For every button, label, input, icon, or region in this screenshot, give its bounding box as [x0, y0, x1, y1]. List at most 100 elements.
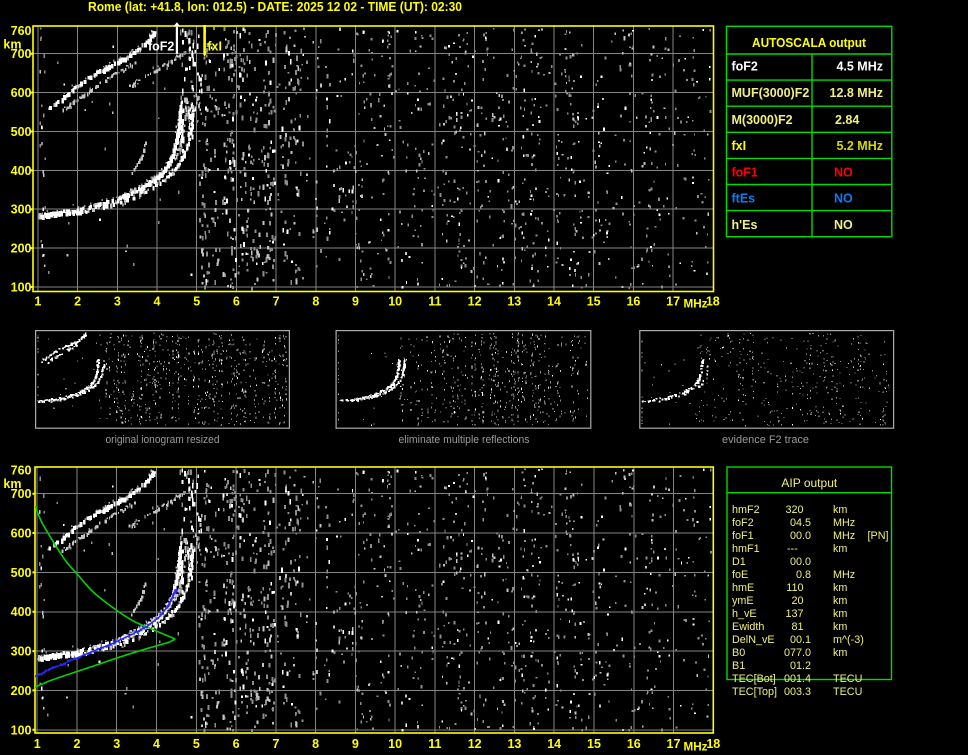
- svg-text:17: 17: [666, 295, 680, 309]
- svg-text:15: 15: [587, 737, 601, 751]
- svg-text:9: 9: [352, 295, 359, 309]
- svg-text:400: 400: [11, 605, 32, 619]
- svg-text:TEC[Bot]: TEC[Bot]: [732, 673, 776, 685]
- svg-text:ymE: ymE: [732, 595, 754, 607]
- svg-text:3: 3: [113, 737, 120, 751]
- svg-text:18: 18: [706, 295, 720, 309]
- svg-text:TECU: TECU: [833, 673, 862, 685]
- svg-text:km: km: [833, 608, 847, 620]
- svg-text:400: 400: [11, 164, 32, 178]
- svg-text:600: 600: [11, 527, 32, 541]
- svg-text:4: 4: [153, 737, 160, 751]
- svg-text:01.2: 01.2: [790, 660, 811, 672]
- svg-text:M(3000)F2: M(3000)F2: [732, 113, 793, 127]
- svg-text:00.0: 00.0: [790, 530, 811, 542]
- svg-text:hmF2: hmF2: [732, 504, 760, 516]
- svg-text:6: 6: [233, 295, 240, 309]
- svg-text:NO: NO: [834, 166, 853, 180]
- svg-text:0.8: 0.8: [796, 569, 811, 581]
- svg-text:077.0: 077.0: [784, 647, 811, 659]
- svg-text:km: km: [833, 647, 847, 659]
- svg-text:km: km: [833, 582, 847, 594]
- svg-text:B0: B0: [732, 647, 745, 659]
- svg-text:MHz: MHz: [684, 297, 708, 311]
- svg-text:Rome (lat: +41.8, lon: 012.5): Rome (lat: +41.8, lon: 012.5) - DATE: 20…: [88, 0, 462, 14]
- svg-text:500: 500: [11, 125, 32, 139]
- svg-text:foF2: foF2: [732, 60, 758, 74]
- svg-text:h_vE: h_vE: [732, 608, 757, 620]
- svg-text:[PN]: [PN]: [868, 530, 889, 542]
- svg-text:fxI: fxI: [207, 40, 222, 54]
- svg-text:5: 5: [193, 295, 200, 309]
- svg-text:MHz: MHz: [833, 569, 855, 581]
- svg-text:14: 14: [547, 295, 561, 309]
- svg-text:MHz: MHz: [833, 517, 855, 529]
- svg-text:12: 12: [468, 737, 482, 751]
- svg-text:AIP output: AIP output: [781, 476, 837, 490]
- svg-text:foF2: foF2: [732, 517, 754, 529]
- svg-text:16: 16: [626, 295, 640, 309]
- svg-text:hmF1: hmF1: [732, 543, 760, 555]
- svg-text:8: 8: [312, 295, 319, 309]
- svg-text:100: 100: [11, 281, 32, 295]
- svg-text:original ionogram resized: original ionogram resized: [106, 434, 220, 446]
- svg-text:100: 100: [11, 723, 32, 737]
- svg-text:MHz: MHz: [684, 740, 708, 754]
- svg-text:5.2 MHz: 5.2 MHz: [836, 139, 883, 153]
- svg-text:foF2: foF2: [148, 40, 174, 54]
- svg-text:km: km: [833, 595, 847, 607]
- svg-text:760: 760: [11, 464, 32, 478]
- svg-text:17: 17: [667, 737, 681, 751]
- svg-text:MHz: MHz: [833, 530, 855, 542]
- svg-text:evidence F2 trace: evidence F2 trace: [722, 434, 809, 446]
- svg-text:700: 700: [11, 47, 32, 61]
- svg-text:NO: NO: [834, 191, 853, 205]
- svg-text:14: 14: [547, 737, 561, 751]
- svg-text:110: 110: [786, 582, 803, 594]
- svg-text:16: 16: [627, 737, 641, 751]
- svg-text:7: 7: [272, 737, 279, 751]
- svg-text:200: 200: [11, 684, 32, 698]
- svg-text:8: 8: [312, 737, 319, 751]
- svg-text:foF1: foF1: [732, 530, 754, 542]
- svg-text:12.8 MHz: 12.8 MHz: [830, 86, 884, 100]
- svg-text:ftEs: ftEs: [732, 191, 756, 205]
- svg-text:18: 18: [706, 737, 720, 751]
- svg-text:760: 760: [11, 24, 32, 38]
- svg-text:9: 9: [352, 737, 359, 751]
- svg-text:500: 500: [11, 566, 32, 580]
- svg-text:10: 10: [388, 737, 402, 751]
- svg-text:4: 4: [154, 295, 161, 309]
- svg-text:3: 3: [114, 295, 121, 309]
- svg-text:km: km: [833, 621, 847, 633]
- svg-text:km: km: [833, 543, 847, 555]
- svg-text:001.4: 001.4: [784, 673, 811, 685]
- svg-text:15: 15: [587, 295, 601, 309]
- svg-text:hmE: hmE: [732, 582, 754, 594]
- svg-text:D1: D1: [732, 556, 746, 568]
- svg-text:11: 11: [428, 737, 441, 751]
- svg-text:13: 13: [507, 295, 521, 309]
- svg-text:1: 1: [34, 737, 41, 751]
- svg-text:300: 300: [11, 645, 32, 659]
- svg-text:MUF(3000)F2: MUF(3000)F2: [732, 86, 810, 100]
- svg-text:TEC[Top]: TEC[Top]: [732, 686, 777, 698]
- svg-text:6: 6: [233, 737, 240, 751]
- svg-text:20: 20: [791, 595, 803, 607]
- svg-text:B1: B1: [732, 660, 745, 672]
- svg-text:km: km: [833, 504, 847, 516]
- svg-text:foE: foE: [732, 569, 748, 581]
- svg-text:eliminate multiple reflections: eliminate multiple reflections: [399, 434, 530, 446]
- svg-text:11: 11: [428, 295, 441, 309]
- svg-text:h'Es: h'Es: [732, 218, 758, 232]
- svg-text:04.5: 04.5: [790, 517, 811, 529]
- svg-text:00.0: 00.0: [790, 556, 811, 568]
- svg-text:TECU: TECU: [833, 686, 862, 698]
- svg-text:5: 5: [193, 737, 200, 751]
- svg-text:---: ---: [787, 543, 798, 555]
- svg-text:137: 137: [785, 608, 803, 620]
- svg-text:2: 2: [74, 737, 81, 751]
- svg-text:600: 600: [11, 86, 32, 100]
- svg-text:m^(-3): m^(-3): [833, 634, 864, 646]
- svg-text:10: 10: [388, 295, 402, 309]
